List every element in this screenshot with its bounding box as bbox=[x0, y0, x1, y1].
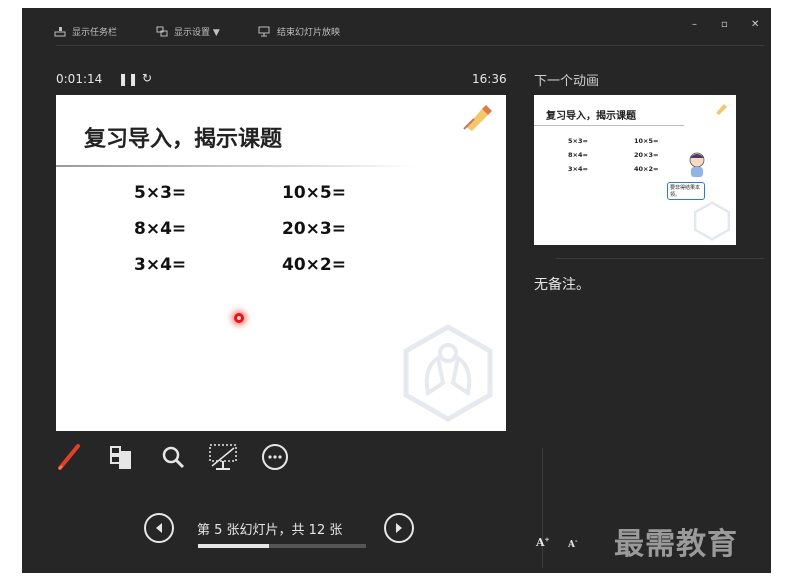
end-slideshow-button[interactable]: 结束幻灯片放映 bbox=[258, 24, 340, 38]
hands-logo-watermark-icon bbox=[403, 324, 493, 422]
elapsed-timer: 0:01:14 bbox=[56, 72, 103, 86]
thumb-eq-right-1: 10×5= bbox=[634, 137, 659, 145]
end-slideshow-label: 结束幻灯片放映 bbox=[277, 27, 341, 38]
restore-button[interactable]: ▫ bbox=[721, 19, 728, 30]
thumb-eq-left-1: 5×3= bbox=[568, 137, 588, 145]
title-underline bbox=[56, 165, 416, 167]
brand-watermark: 最需教育 bbox=[614, 527, 738, 562]
speaker-notes: 无备注。 bbox=[534, 277, 590, 293]
increase-font-button[interactable]: A+ bbox=[536, 536, 550, 549]
panel-divider bbox=[542, 448, 543, 568]
thumb-eq-right-3: 40×2= bbox=[634, 165, 659, 173]
next-animation-heading: 下一个动画 bbox=[534, 74, 600, 89]
next-slide-thumbnail[interactable]: 复习导入，揭示课题 5×3= 8×4= 3×4= 10×5= 20×3= 40×… bbox=[534, 95, 736, 245]
previous-arrow-icon bbox=[156, 523, 162, 533]
equation-right-1: 10×5= bbox=[282, 183, 346, 203]
toolbar-divider bbox=[56, 45, 764, 46]
thumb-eq-left-2: 8×4= bbox=[568, 151, 588, 159]
more-options-icon[interactable] bbox=[260, 442, 290, 472]
show-taskbar-button[interactable]: 显示任务栏 bbox=[54, 24, 117, 38]
thumb-speech-bubble: 要非得结果本领。 bbox=[667, 182, 705, 200]
slide-progress-fill bbox=[198, 544, 269, 548]
thumb-logo-watermark-icon bbox=[694, 201, 730, 241]
pen-icon[interactable] bbox=[56, 442, 82, 472]
display-settings-button[interactable]: 显示设置 ▼ bbox=[156, 24, 220, 38]
cartoon-child-icon bbox=[689, 152, 705, 177]
thumb-eq-right-2: 20×3= bbox=[634, 151, 659, 159]
equation-left-2: 8×4= bbox=[134, 219, 187, 239]
laser-pointer bbox=[234, 313, 244, 323]
pause-timer-button[interactable]: ❚❚ bbox=[118, 72, 138, 86]
thumb-eq-left-3: 3×4= bbox=[568, 165, 588, 173]
equation-left-1: 5×3= bbox=[134, 183, 187, 203]
thumb-title: 复习导入，揭示课题 bbox=[546, 111, 636, 122]
show-taskbar-label: 显示任务栏 bbox=[72, 27, 118, 38]
current-slide[interactable]: 复习导入，揭示课题 5×3= 8×4= 3×4= 10×5= 20×3= 40×… bbox=[56, 95, 506, 431]
next-arrow-icon bbox=[396, 523, 402, 533]
close-button[interactable]: ✕ bbox=[751, 19, 759, 30]
magnifier-icon[interactable] bbox=[160, 442, 186, 472]
screen-off-icon[interactable] bbox=[208, 442, 238, 472]
previous-slide-button[interactable] bbox=[144, 513, 174, 543]
presenter-view-window: 显示任务栏 显示设置 ▼ 结束幻灯片放映 – ▫ ✕ 0:01:14 ❚❚ ↻ … bbox=[22, 8, 771, 573]
thumb-pencil-icon bbox=[716, 104, 727, 115]
slides-grid-icon[interactable] bbox=[108, 442, 134, 472]
equation-right-2: 20×3= bbox=[282, 219, 346, 239]
minimize-button[interactable]: – bbox=[692, 19, 697, 30]
notes-divider bbox=[556, 258, 764, 259]
slide-counter: 第 5 张幻灯片，共 12 张 bbox=[197, 523, 343, 538]
decrease-font-button[interactable]: A- bbox=[568, 538, 577, 550]
display-settings-icon bbox=[156, 26, 168, 36]
reset-timer-button[interactable]: ↻ bbox=[142, 71, 152, 85]
end-slideshow-icon bbox=[258, 26, 270, 36]
decrease-font-label: A bbox=[568, 540, 575, 550]
equation-right-3: 40×2= bbox=[282, 255, 346, 275]
clock: 16:36 bbox=[472, 72, 507, 86]
pencil-decoration-icon bbox=[463, 105, 492, 131]
display-settings-label: 显示设置 ▼ bbox=[174, 27, 220, 38]
next-slide-button[interactable] bbox=[384, 513, 414, 543]
slide-progress-bar bbox=[198, 544, 366, 548]
slide-title: 复习导入，揭示课题 bbox=[84, 126, 283, 152]
taskbar-icon bbox=[54, 26, 66, 36]
increase-font-label: A bbox=[536, 536, 545, 549]
equation-left-3: 3×4= bbox=[134, 255, 187, 275]
thumb-title-underline bbox=[534, 125, 684, 126]
